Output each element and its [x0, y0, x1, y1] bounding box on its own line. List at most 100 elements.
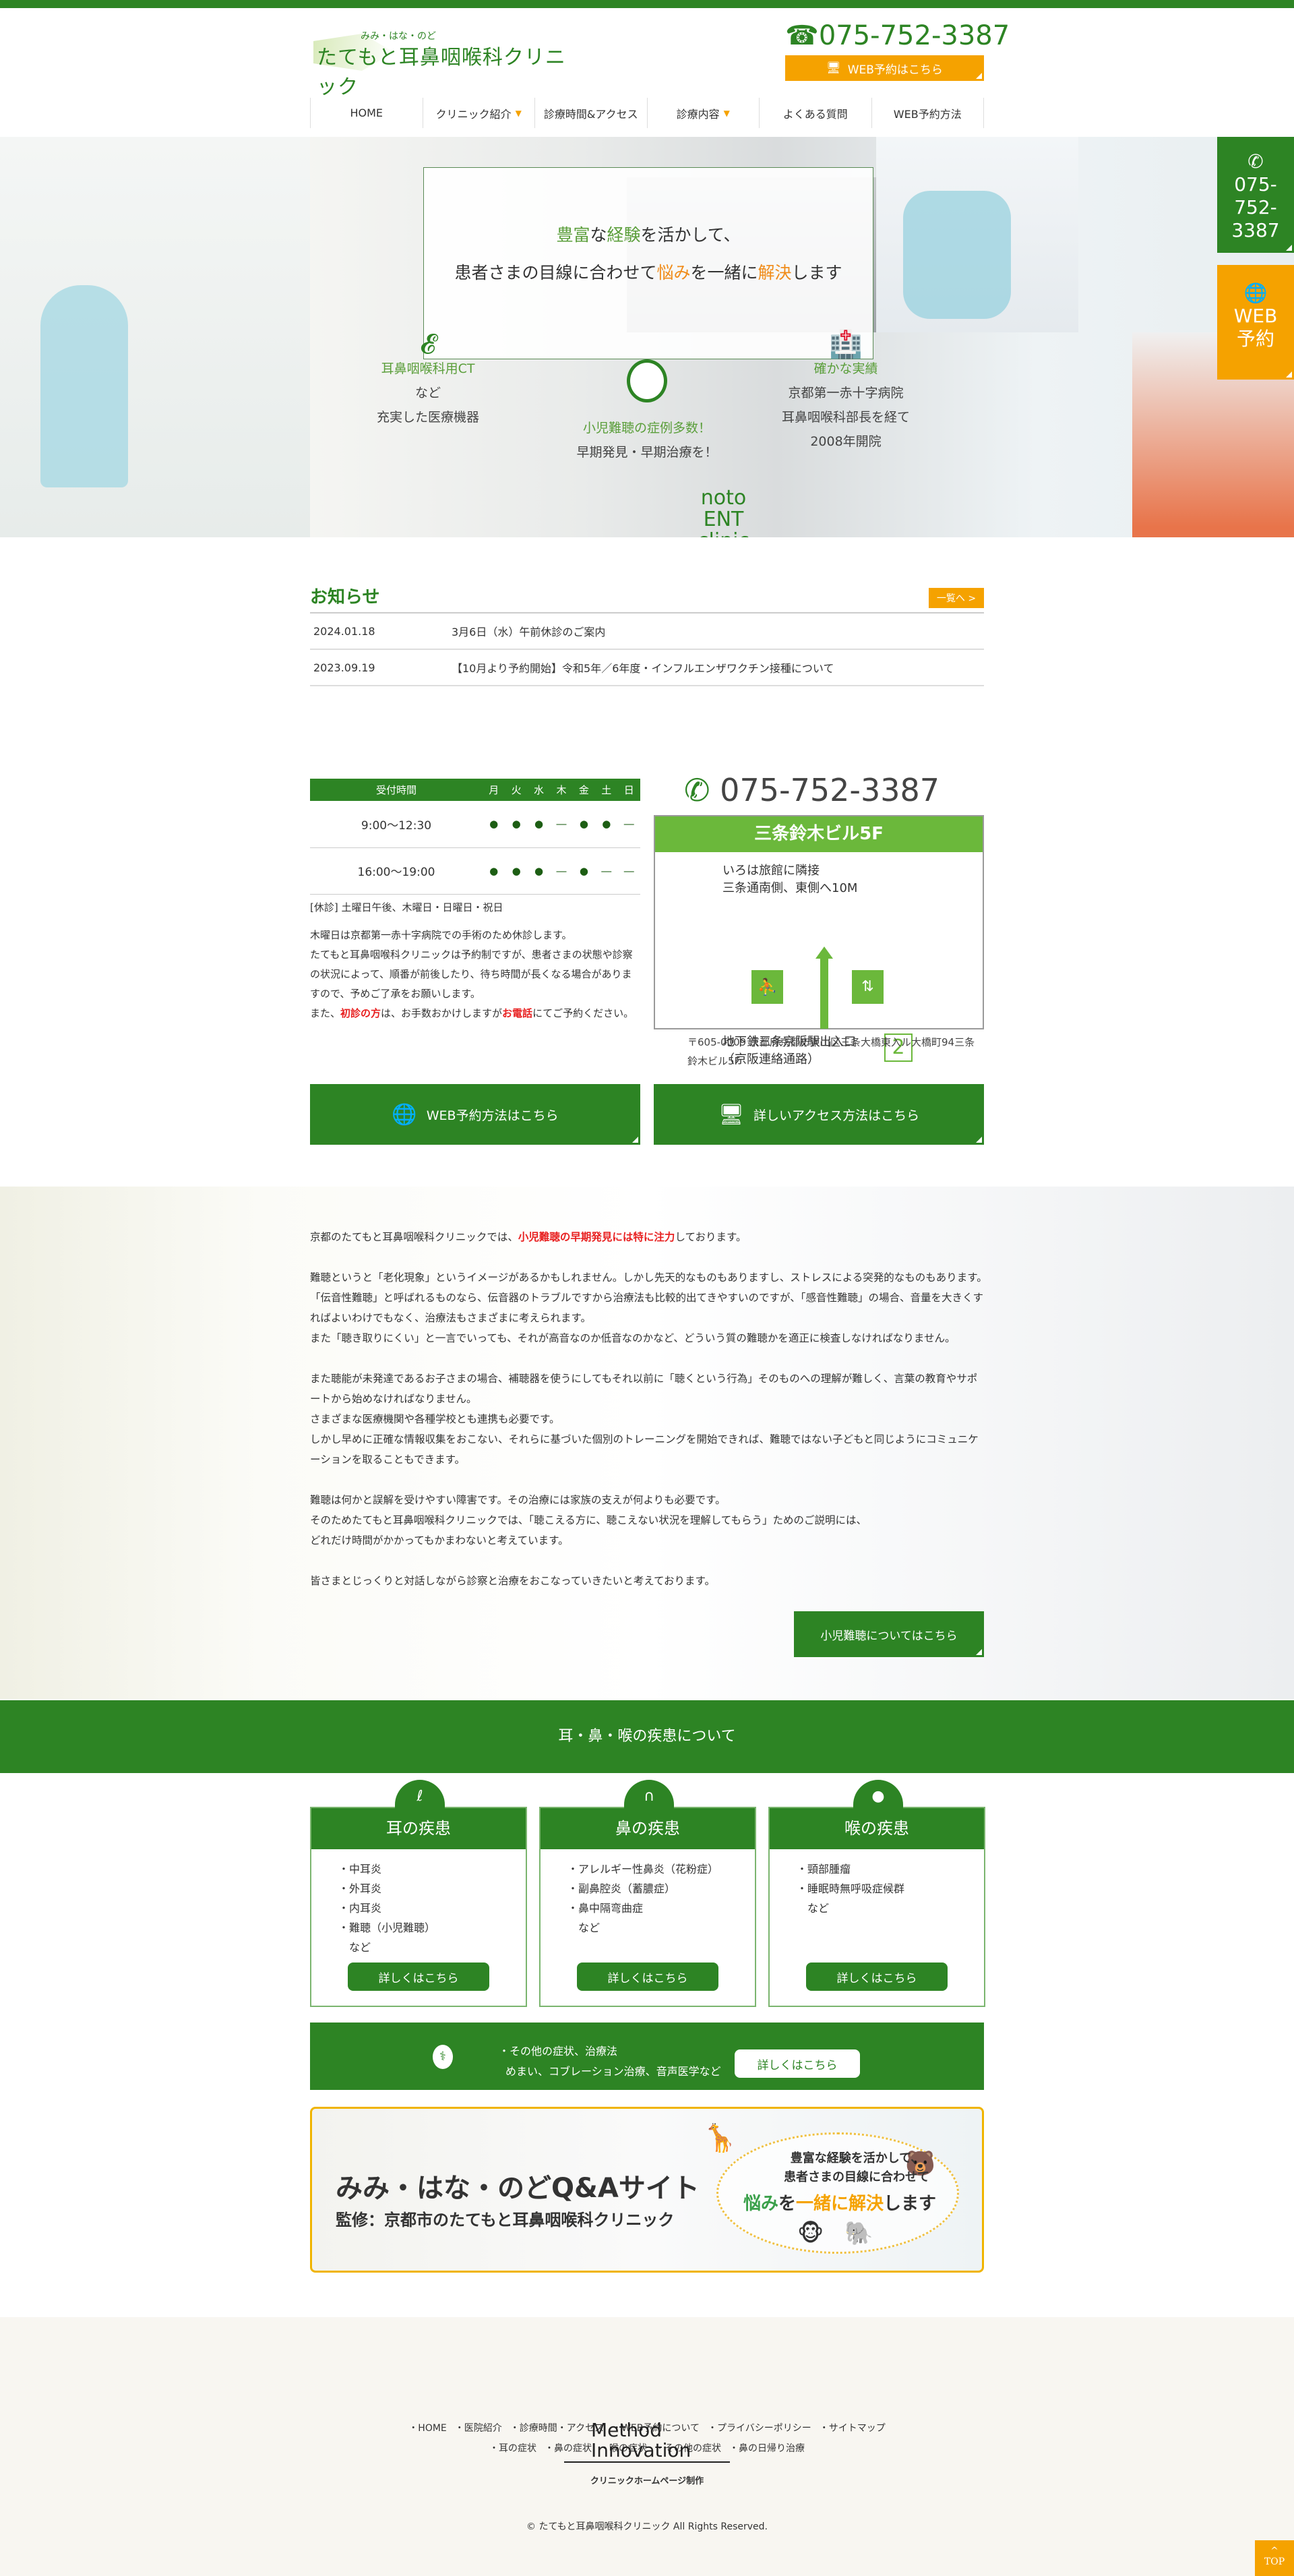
hours-cell: ● [527, 801, 551, 848]
nav-services[interactable]: 診療内容 ▼ [646, 98, 760, 128]
nav-web-reservation[interactable]: WEB予約方法 [871, 98, 984, 128]
hours-cell: ● [505, 847, 528, 895]
web-button-label: WEB予約はこちら [847, 63, 943, 77]
nav-faq[interactable]: よくある質問 [759, 98, 871, 128]
nose-detail-button[interactable]: 詳しくはこちら [577, 1963, 718, 1991]
main-nav: HOME クリニック紹介 ▼ 診療時間&アクセス 診療内容 ▼ よくある質問 WEB… [310, 98, 984, 128]
dropdown-arrow-icon: ▼ [515, 108, 522, 118]
button-label: 詳しいアクセス方法はこちら [753, 1108, 920, 1123]
hero-message-box: 豊富な経験を活かして、 患者さまの目線に合わせて悩みを一緒に解決します [423, 167, 873, 359]
news-list: 2024.01.18 3月6日（水）午前休診のご案内 2023.09.19 【10月… [310, 612, 984, 686]
maker-caption: クリニックホームページ制作 [590, 2476, 704, 2486]
footer-link[interactable]: ・サイトマップ [820, 2423, 886, 2434]
hours-cell: ― [617, 801, 640, 848]
feature-line: 早期発見・早期治療を！ [576, 445, 718, 460]
feature-line: など [414, 386, 441, 400]
feature-title: 耳鼻咽喉科用CT [381, 361, 475, 376]
side-phone-line: 3387 [1231, 219, 1280, 241]
side-web-line: WEB [1233, 305, 1278, 327]
back-to-top-button[interactable]: ^ TOP [1255, 2540, 1294, 2576]
elevator-icon: ⇅ [852, 970, 884, 1004]
qa-title: みみ・はな・のどQ&Aサイト [336, 2173, 700, 2204]
qa-site-banner[interactable]: みみ・はな・のどQ&Aサイト 監修：京都市のたてもと耳鼻咽喉科クリニック 🦒 🐻… [310, 2107, 984, 2273]
address: 〒605-0009 京都府京都市東山区三条大橋東入ル大橋町94三条鈴木ビル5F [687, 1036, 975, 1067]
hero-message-line2: 患者さまの目線に合わせて悩みを一緒に解決します [454, 263, 842, 282]
globe-icon: 🌐 [392, 1102, 417, 1127]
nav-home[interactable]: HOME [310, 98, 423, 128]
news-item[interactable]: 2024.01.18 3月6日（水）午前休診のご案内 [310, 613, 984, 650]
arrow-up-icon [815, 947, 833, 959]
clinic-logo[interactable]: みみ・はな・のど たてもと耳鼻咽喉科クリニック [313, 27, 583, 99]
other-detail-button[interactable]: 詳しくはこちら [735, 2049, 860, 2078]
arrow-shaft [820, 958, 828, 1029]
bubble-text: 豊富な経験を活かして、 患者さまの目線に合わせて [784, 2151, 929, 2184]
button-label: WEB予約方法はこちら [426, 1108, 559, 1123]
hours-header: 金 [572, 779, 596, 801]
nav-clinic[interactable]: クリニック紹介 ▼ [422, 98, 535, 128]
stairs-icon: ⛹ [751, 970, 783, 1004]
about-paragraph: 皆さまとじっくりと対話しながら診察と治療をおこなっていきたいと考えております。 [310, 1575, 715, 1587]
news-item[interactable]: 2023.09.19 【10月より予約開始】令和5年／6年度・インフルエンザワクチ… [310, 650, 984, 686]
qa-subtitle: 監修：京都市のたてもと耳鼻咽喉科クリニック [336, 2211, 675, 2229]
news-list-button[interactable]: 一覧へ > [929, 588, 984, 608]
web-reservation-method-button[interactable]: 🌐 WEB予約方法はこちら [310, 1084, 640, 1145]
disease-card-throat: ● 喉の疾患 ・頸部腫瘤 ・睡眠時無呼吸症候群 など 詳しくはこちら [768, 1780, 985, 2007]
clinic-watermark-logo: notoENTclinic [698, 486, 749, 538]
giraffe-icon: 🦒 [703, 2123, 737, 2154]
other-symptoms-bar: ⚕ ・その他の症状、治療法 めまい、コブレーション治療、音声医学など 詳しくはこち… [310, 2023, 984, 2090]
top-label: TOP [1264, 2556, 1285, 2567]
footer-link[interactable]: ・医院紹介 [455, 2423, 502, 2434]
news-date: 2023.09.19 [313, 661, 375, 674]
nav-label: 診療時間&アクセス [543, 107, 638, 121]
hero-feature-ct: 𝓔 耳鼻咽喉科用CT など 充実した医療機器 [340, 331, 516, 429]
hours-cell: ● [572, 847, 596, 895]
office-hours: 受付時間月火水木金土日 9:00〜12:30 ● ● ● ― ● ● ― 16:00〜19:0… [310, 779, 640, 1023]
access-phone-number: 075-752-3387 [720, 772, 940, 808]
pediatric-hearing-button[interactable]: 小児難聴についてはこちら [794, 1611, 984, 1657]
access-detail-button[interactable]: 🖥 詳しいアクセス方法はこちら [654, 1084, 984, 1145]
about-paragraph: 京都のたてもと耳鼻咽喉科クリニックでは、小児難聴の早期発見には特に注力しておりま… [310, 1231, 747, 1243]
nose-icon: ∩ [624, 1780, 674, 1814]
button-label: 小児難聴についてはこちら [820, 1629, 958, 1643]
hours-note: また、初診の方は、お手数おかけしますがお電話にてご予約ください。 [310, 1007, 634, 1019]
header-web-reservation-button[interactable]: 🖥 WEB予約はこちら [785, 55, 984, 81]
about-paragraph: また聴能が未発達であるお子さまの場合、補聴器を使うにしてもそれ以前に「聴くという… [310, 1373, 979, 1466]
news-text: 3月6日（水）午前休診のご案内 [452, 626, 606, 638]
disease-card-nose: ∩ 鼻の疾患 ・アレルギー性鼻炎（花粉症） ・副鼻腔炎（蓄膿症） ・鼻中隔弯曲症 な… [539, 1780, 756, 2007]
hours-cell: ― [550, 801, 573, 848]
hero-feature-experience: 🏥 確かな実績 京都第一赤十字病院 耳鼻咽喉科部長を経て 2008年開院 [758, 331, 933, 454]
monitor-icon: 🖥 [826, 61, 841, 75]
throat-detail-button[interactable]: 詳しくはこちら [806, 1963, 948, 1991]
diseases-heading: 耳・鼻・喉の疾患について [0, 1700, 1294, 1773]
side-web-reservation-tab[interactable]: 🌐 WEB 予約 [1217, 265, 1294, 380]
hours-cell: ― [595, 847, 618, 895]
feature-line: 耳鼻咽喉科部長を経て [781, 410, 910, 425]
access-map: 三条鈴木ビル5F いろは旅館に隣接 三条通南側、東側へ10M ⛹ ⇅ 地下鉄三条京… [654, 815, 984, 1067]
card-title: 鼻の疾患 [541, 1808, 755, 1849]
dropdown-arrow-icon: ▼ [723, 108, 730, 118]
phone-icon: ☎ [785, 20, 819, 51]
hours-time: 9:00〜12:30 [310, 801, 483, 848]
footer-link[interactable]: ・HOME [408, 2423, 446, 2434]
side-phone-tab[interactable]: ✆ 075- 752- 3387 [1217, 137, 1294, 253]
building-name: 三条鈴木ビル5F [655, 816, 983, 852]
ear-detail-button[interactable]: 詳しくはこちら [348, 1963, 489, 1991]
nav-label: 診療内容 [676, 107, 720, 121]
hero-chair-shape [40, 285, 128, 487]
hero-banner: 豊富な経験を活かして、 患者さまの目線に合わせて悩みを一緒に解決します 𝓔 耳鼻… [0, 137, 1294, 537]
nav-hours-access[interactable]: 診療時間&アクセス [534, 98, 647, 128]
card-title: 耳の疾患 [311, 1808, 526, 1849]
footer-link[interactable]: ・鼻の日帰り治療 [729, 2443, 805, 2454]
footer-link[interactable]: ・耳の症状 [489, 2443, 536, 2454]
card-list: ・中耳炎 ・外耳炎 ・内耳炎 ・難聴（小児難聴） など [338, 1863, 436, 1954]
hours-table: 受付時間月火水木金土日 9:00〜12:30 ● ● ● ― ● ● ― 16:00〜19:0… [310, 779, 640, 895]
hours-cell: ― [550, 847, 573, 895]
header-phone[interactable]: ☎075-752-3387 [785, 20, 1010, 51]
card-list: ・アレルギー性鼻炎（花粉症） ・副鼻腔炎（蓄膿症） ・鼻中隔弯曲症 など [567, 1863, 719, 1934]
other-symptoms-text: ・その他の症状、治療法 めまい、コブレーション治療、音声医学など [499, 2045, 721, 2078]
hours-note: 木曜日は京都第一赤十字病院での手術のため休診します。 [310, 928, 572, 941]
method-innovation-logo[interactable]: Method Innovation [564, 2416, 730, 2463]
hours-header: 日 [617, 779, 640, 801]
hours-cell: ● [482, 801, 505, 848]
access-phone[interactable]: ✆ 075-752-3387 [684, 772, 939, 808]
